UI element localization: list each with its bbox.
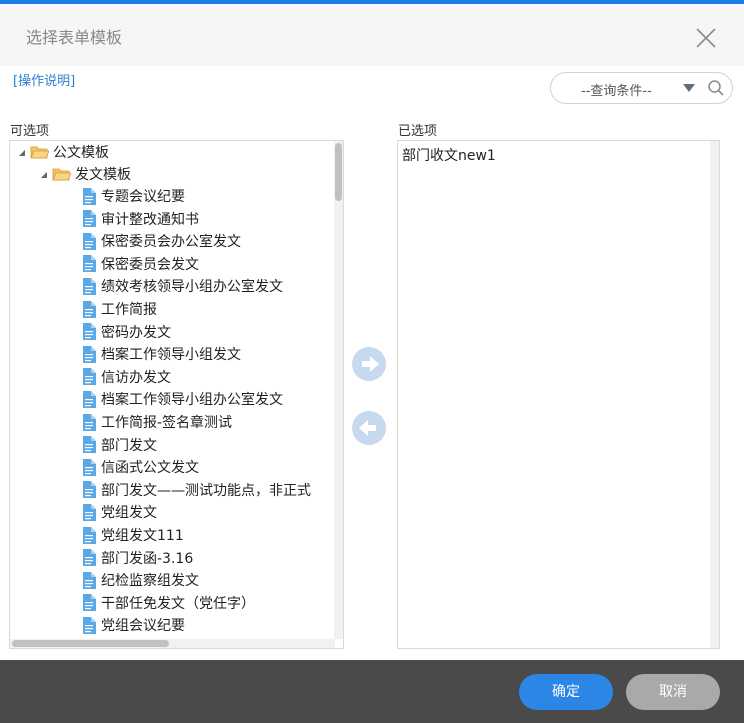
document-icon	[83, 345, 96, 363]
document-icon	[83, 616, 96, 634]
tree-leaf-label: 审计整改通知书	[101, 211, 199, 228]
tree-leaf-item[interactable]: 专题会议纪要	[82, 185, 185, 207]
tree-leaf-item[interactable]: 部门发文——测试功能点，非正式	[82, 479, 311, 501]
tree-leaf-item[interactable]: 纪检监察组发文	[82, 569, 199, 591]
tree-leaf-item[interactable]: 绩效考核领导小组办公室发文	[82, 275, 283, 297]
tree-node-label: 公文模板	[53, 145, 109, 161]
tree-leaf-label: 密码办发文	[101, 324, 171, 341]
document-icon	[83, 210, 96, 228]
tree-leaf-item[interactable]: 档案工作领导小组发文	[82, 343, 241, 365]
tree-leaf-item[interactable]: 工作简报-签名章测试	[82, 411, 232, 433]
tree-leaf-label: 党组发文	[101, 505, 157, 522]
tree-leaf-item[interactable]: 部门发函-3.16	[82, 547, 193, 569]
tree-leaf-label: 保密委员会发文	[101, 256, 199, 273]
move-right-button[interactable]	[352, 347, 386, 381]
tree-leaf-label: 党组发文111	[101, 528, 184, 544]
tree-leaf-label: 信函式公文发文	[101, 460, 199, 477]
tree-leaf-item[interactable]: 党组会议纪要	[82, 614, 185, 636]
confirm-button[interactable]: 确定	[519, 674, 613, 710]
document-icon	[83, 187, 96, 205]
arrow-left-circle-icon	[359, 420, 376, 436]
dialog-title: 选择表单模板	[26, 28, 123, 47]
help-link[interactable]: [操作说明]	[13, 70, 75, 89]
selected-item[interactable]: 部门收文new1	[402, 145, 496, 165]
caret-down-icon[interactable]	[683, 84, 695, 92]
dialog-footer: 确定 取消	[0, 660, 744, 723]
arrow-right-circle-icon	[362, 356, 379, 372]
document-icon	[83, 526, 96, 544]
tree-leaf-item[interactable]: 部门发文	[82, 434, 157, 456]
document-icon	[83, 481, 96, 499]
document-icon	[83, 413, 96, 431]
tree-leaf-label: 纪检监察组发文	[101, 573, 199, 590]
vertical-scrollbar[interactable]	[334, 141, 343, 639]
selected-label: 已选项	[398, 124, 438, 139]
document-icon	[83, 300, 96, 318]
tree-leaf-label: 工作简报	[101, 302, 157, 318]
tree-leaf-label: 部门发文	[101, 437, 157, 454]
tree-leaf-item[interactable]: 信函式公文发文	[82, 456, 199, 478]
document-icon	[83, 323, 96, 341]
dialog-titlebar: 选择表单模板	[0, 4, 744, 66]
tree-leaf-label: 绩效考核领导小组办公室发文	[101, 279, 283, 296]
tree-node-root[interactable]: ◢ 公文模板	[16, 141, 109, 163]
document-icon	[83, 458, 96, 476]
vertical-scroll-thumb[interactable]	[335, 143, 342, 201]
document-icon	[83, 571, 96, 589]
available-tree-panel: ◢ 公文模板 ◢ 发文模板 专题会议纪要 审计整改通知书保密委员会办公室发文 保密委…	[9, 140, 344, 649]
tree-leaf-item[interactable]: 保密委员会发文	[82, 253, 199, 275]
tree-leaf-label: 档案工作领导小组发文	[101, 347, 241, 364]
folder-open-icon	[30, 146, 49, 159]
move-left-button[interactable]	[352, 411, 386, 445]
query-condition-label: --查询条件--	[581, 84, 652, 99]
document-icon	[83, 368, 96, 386]
tree-leaf-label: 档案工作领导小组办公室发文	[101, 392, 283, 409]
tree-leaf-item[interactable]: 工作简报	[82, 298, 157, 320]
document-icon	[83, 436, 96, 454]
tree-node-label: 发文模板	[75, 167, 131, 183]
query-condition-select[interactable]: --查询条件--	[550, 72, 733, 104]
document-icon	[83, 232, 96, 250]
tree-leaf-item[interactable]: 党组发文111	[82, 524, 184, 546]
tree-leaf-label: 党组会议纪要	[101, 618, 185, 635]
tree-leaf-label: 干部任免发文（党任字）	[101, 595, 255, 612]
horizontal-scrollbar[interactable]	[10, 639, 335, 648]
search-icon[interactable]	[707, 79, 725, 97]
tree-leaf-label: 部门发函-3.16	[101, 550, 194, 567]
tree-leaf-item[interactable]: 干部任免发文（党任字）	[82, 592, 255, 614]
document-icon	[83, 549, 96, 567]
tree-leaf-label: 信访办发文	[101, 369, 171, 386]
folder-open-icon	[52, 168, 71, 181]
tree-leaf-item[interactable]: 保密委员会办公室发文	[82, 230, 241, 252]
expand-arrow-icon[interactable]: ◢	[16, 148, 28, 157]
tree-leaf-item[interactable]: 信访办发文	[82, 366, 171, 388]
tree-leaf-item[interactable]: 密码办发文	[82, 321, 171, 343]
tree-leaf-item[interactable]: 党组发文	[82, 501, 157, 523]
tree-node-folder[interactable]: ◢ 发文模板	[38, 163, 131, 185]
horizontal-scroll-thumb[interactable]	[12, 640, 169, 647]
document-icon	[83, 503, 96, 521]
expand-arrow-icon[interactable]: ◢	[38, 170, 50, 179]
available-label: 可选项	[10, 124, 50, 139]
tree-leaf-label: 专题会议纪要	[101, 189, 185, 205]
document-icon	[83, 390, 96, 408]
close-icon[interactable]	[694, 26, 718, 50]
tree-leaf-label: 部门发文——测试功能点，非正式	[101, 482, 311, 499]
tree-leaf-label: 工作简报-签名章测试	[101, 415, 233, 431]
tree-leaf-item[interactable]: 档案工作领导小组办公室发文	[82, 388, 283, 410]
tree-leaf-item[interactable]: 审计整改通知书	[82, 208, 199, 230]
document-icon	[83, 255, 96, 273]
cancel-button[interactable]: 取消	[626, 674, 720, 710]
document-icon	[83, 277, 96, 295]
vertical-scrollbar[interactable]	[710, 141, 719, 648]
tree-leaf-label: 保密委员会办公室发文	[101, 234, 241, 251]
selected-list-panel: 部门收文new1	[397, 140, 720, 649]
document-icon	[83, 594, 96, 612]
